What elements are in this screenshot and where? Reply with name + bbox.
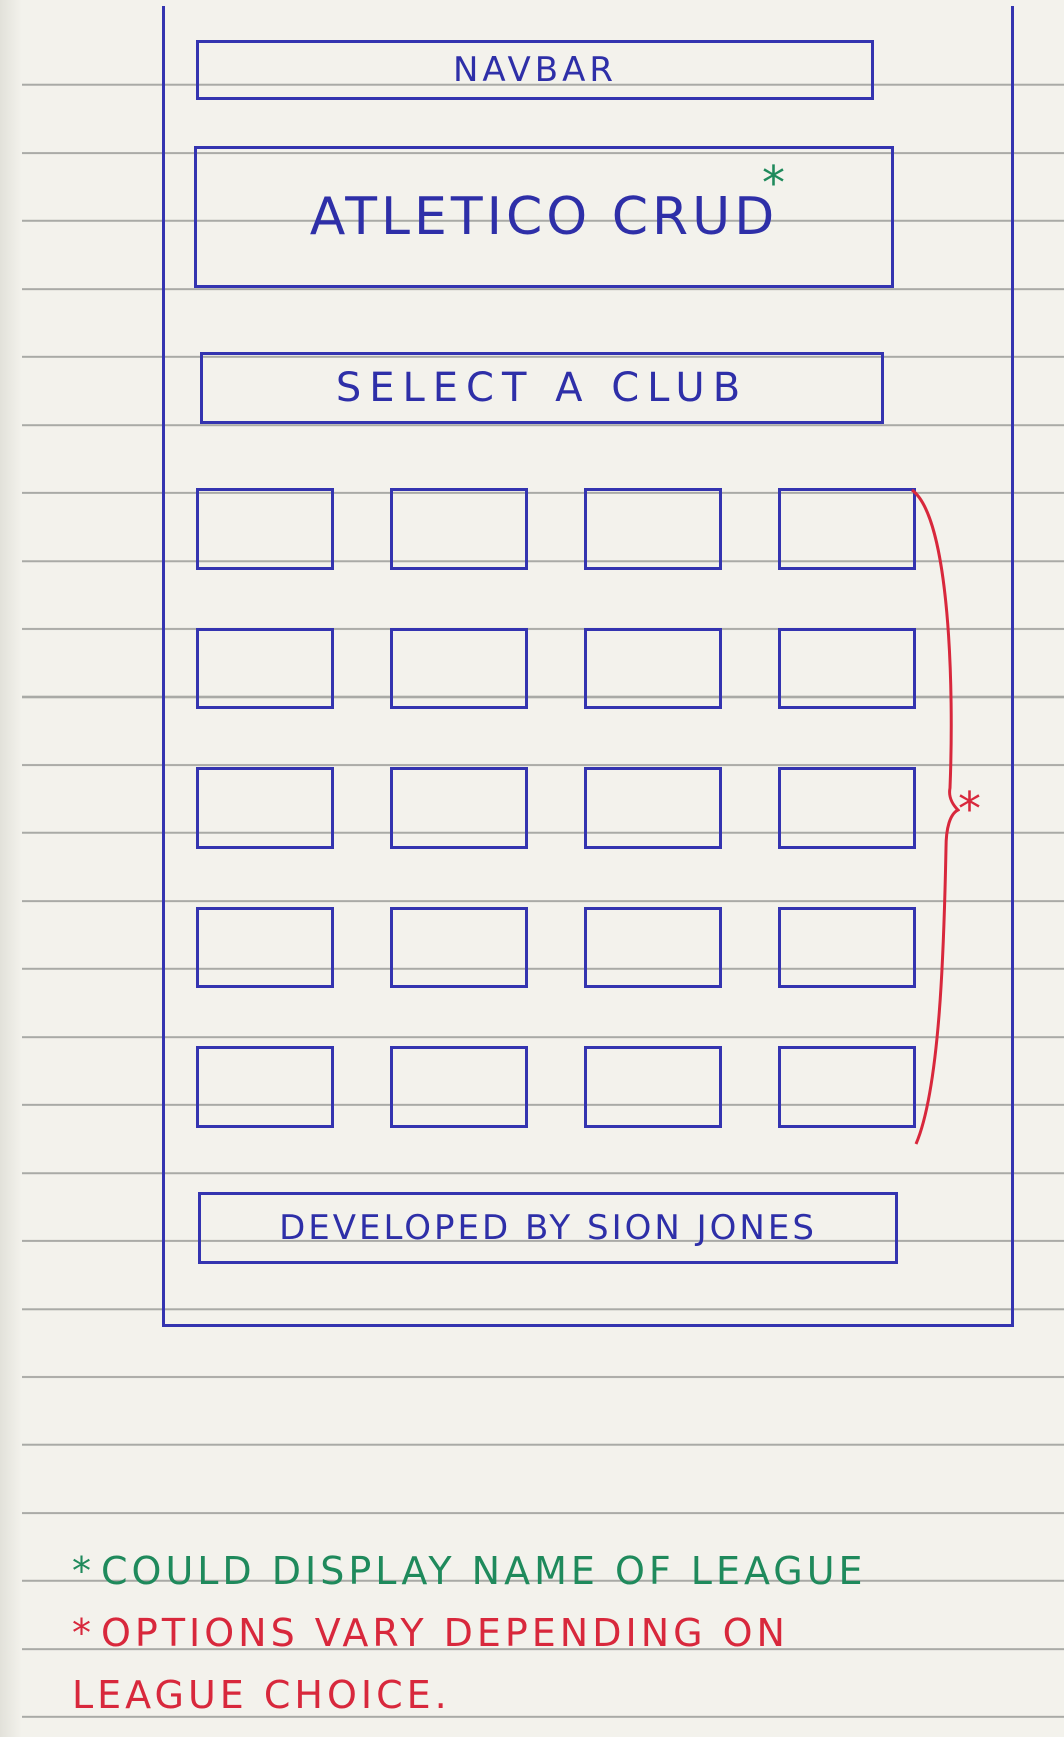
club-tile[interactable] bbox=[390, 627, 528, 710]
club-tile[interactable] bbox=[778, 1046, 916, 1128]
note-star-icon: * bbox=[72, 1611, 95, 1655]
select-club-heading: SELECT A CLUB bbox=[200, 352, 884, 424]
club-tile[interactable] bbox=[196, 1046, 334, 1128]
club-tile[interactable] bbox=[584, 627, 722, 710]
footer: DEVELOPED BY SION JONES bbox=[198, 1192, 898, 1264]
notebook-page: NAVBAR ATLETICO CRUD * SELECT A CLUB * D… bbox=[0, 0, 1064, 1737]
club-tile[interactable] bbox=[196, 767, 334, 849]
select-club-label: SELECT A CLUB bbox=[335, 365, 749, 411]
note-star-icon: * bbox=[72, 1549, 95, 1593]
hero-title: ATLETICO CRUD bbox=[309, 187, 779, 247]
club-tile[interactable] bbox=[778, 906, 916, 989]
club-tile[interactable] bbox=[196, 488, 334, 570]
note-text: COULD DISPLAY NAME OF LEAGUE bbox=[101, 1549, 867, 1593]
club-tile[interactable] bbox=[778, 488, 916, 570]
club-tile[interactable] bbox=[584, 767, 722, 849]
club-tile[interactable] bbox=[390, 906, 528, 989]
club-tile[interactable] bbox=[196, 906, 334, 989]
annotation-notes: * COULD DISPLAY NAME OF LEAGUE * OPTIONS V… bbox=[72, 1540, 1052, 1726]
club-tile[interactable] bbox=[778, 767, 916, 849]
navbar[interactable]: NAVBAR bbox=[196, 40, 874, 100]
club-grid bbox=[196, 488, 916, 1128]
club-tile[interactable] bbox=[390, 1046, 528, 1128]
club-tile[interactable] bbox=[390, 488, 528, 570]
league-note-marker-icon: * bbox=[762, 156, 785, 210]
club-tile[interactable] bbox=[584, 906, 722, 989]
club-tile[interactable] bbox=[390, 767, 528, 849]
note-options-vary: * OPTIONS VARY DEPENDING ON LEAGUE CHOICE… bbox=[72, 1602, 972, 1726]
note-league-name: * COULD DISPLAY NAME OF LEAGUE bbox=[72, 1540, 1052, 1602]
grid-brace-icon bbox=[911, 488, 960, 1145]
club-tile[interactable] bbox=[584, 488, 722, 570]
hero-banner: ATLETICO CRUD bbox=[194, 146, 894, 288]
options-note-marker-icon: * bbox=[958, 782, 981, 836]
club-tile[interactable] bbox=[196, 627, 334, 710]
note-text: OPTIONS VARY DEPENDING ON LEAGUE CHOICE. bbox=[72, 1611, 789, 1717]
footer-text: DEVELOPED BY SION JONES bbox=[279, 1208, 817, 1248]
navbar-label: NAVBAR bbox=[453, 50, 617, 90]
club-tile[interactable] bbox=[778, 627, 916, 710]
club-tile[interactable] bbox=[584, 1046, 722, 1128]
page-spine bbox=[0, 0, 22, 1737]
